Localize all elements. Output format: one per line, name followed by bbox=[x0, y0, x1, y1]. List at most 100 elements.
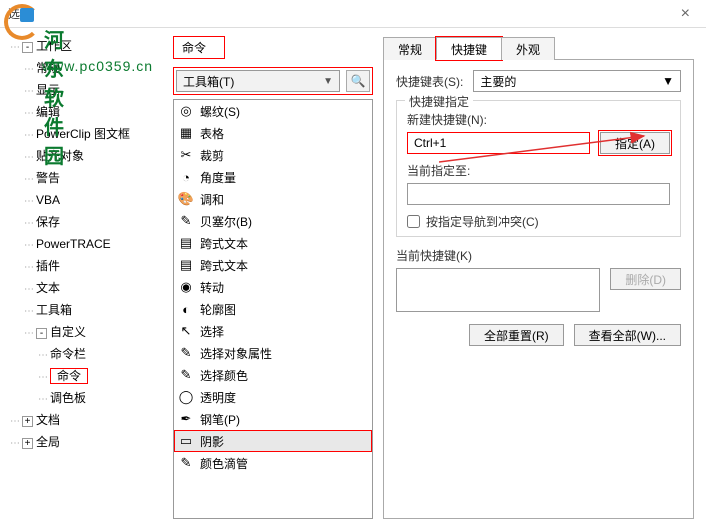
chevron-down-icon: ▼ bbox=[662, 74, 674, 88]
toolbox-select[interactable]: 工具箱(T) ▼ bbox=[176, 70, 340, 92]
shortcut-table-value: 主要的 bbox=[480, 73, 516, 90]
chevron-down-icon: ▼ bbox=[323, 76, 333, 87]
list-item[interactable]: ◉转动 bbox=[174, 276, 372, 298]
tool-icon: ▦ bbox=[178, 125, 194, 141]
list-item[interactable]: ▤ 跨式文本 bbox=[174, 254, 372, 276]
tree-item[interactable]: 命令栏 bbox=[50, 347, 86, 361]
tool-icon: ▤ bbox=[178, 235, 194, 251]
close-icon[interactable]: × bbox=[673, 5, 698, 23]
list-item-label: 选择 bbox=[200, 323, 224, 340]
tool-icon: ◯ bbox=[178, 389, 194, 405]
tool-icon: ◎ bbox=[178, 103, 194, 119]
section-heading: 命令 bbox=[173, 36, 225, 59]
list-item-label: 跨式文本 bbox=[200, 257, 248, 274]
new-shortcut-input[interactable] bbox=[407, 132, 590, 154]
current-assigned-label: 当前指定至: bbox=[407, 162, 670, 179]
list-item[interactable]: ✎ 选择对象属性 bbox=[174, 342, 372, 364]
window-title: 选项 bbox=[8, 5, 32, 22]
list-item-label: 选择对象属性 bbox=[200, 345, 272, 362]
tree-item[interactable]: 常规 bbox=[36, 61, 60, 75]
list-item-label: 裁剪 bbox=[200, 147, 224, 164]
list-item-label: 贝塞尔(B) bbox=[200, 213, 252, 230]
new-shortcut-label: 新建快捷键(N): bbox=[407, 111, 670, 128]
list-item[interactable]: ◎ 螺纹(S) bbox=[174, 100, 372, 122]
current-assigned-field bbox=[407, 183, 670, 205]
tree-item[interactable]: 警告 bbox=[36, 171, 60, 185]
toolbox-select-label: 工具箱(T) bbox=[183, 73, 234, 90]
shortcut-table-select[interactable]: 主要的 ▼ bbox=[473, 70, 681, 92]
current-shortcut-label: 当前快捷键(K) bbox=[396, 247, 681, 264]
navigate-conflict-label: 按指定导航到冲突(C) bbox=[426, 213, 539, 230]
tree-item[interactable]: 文本 bbox=[36, 281, 60, 295]
list-item-label: 角度量 bbox=[200, 169, 236, 186]
tree-item[interactable]: 工具箱 bbox=[36, 303, 72, 317]
current-shortcut-list[interactable] bbox=[396, 268, 600, 312]
tool-icon: ▤ bbox=[178, 257, 194, 273]
binoculars-icon: 🔍 bbox=[351, 74, 366, 88]
tool-icon: ↖ bbox=[178, 323, 194, 339]
list-item-label: 螺纹(S) bbox=[200, 103, 240, 120]
list-item[interactable]: ↖ 选择 bbox=[174, 320, 372, 342]
list-item[interactable]: ◔ 角度量 bbox=[174, 166, 372, 188]
expand-icon[interactable]: + bbox=[22, 416, 33, 427]
tree-doc[interactable]: 文档 bbox=[36, 413, 60, 427]
list-item-label: 阴影 bbox=[200, 433, 224, 450]
tree-item[interactable]: 贴齐对象 bbox=[36, 149, 84, 163]
list-item-label: 转动 bbox=[200, 279, 224, 296]
command-list[interactable]: ◎螺纹(S)▦表格✂裁剪◔角度量🎨调和✎贝塞尔(B)▤跨式文本▤跨式文本◉转动◐… bbox=[173, 99, 373, 519]
tab-1[interactable]: 快捷键 bbox=[436, 37, 502, 60]
tree-item[interactable]: 编辑 bbox=[36, 105, 60, 119]
tab-bar: 常规快捷键外观 bbox=[383, 36, 694, 60]
tree-item[interactable]: 命令 bbox=[50, 368, 88, 384]
expand-icon[interactable]: - bbox=[22, 42, 33, 53]
tree-item[interactable]: VBA bbox=[36, 193, 60, 207]
tree-root[interactable]: 工作区 bbox=[36, 39, 72, 53]
list-item[interactable]: ◯ 透明度 bbox=[174, 386, 372, 408]
tool-icon: ✎ bbox=[178, 345, 194, 361]
tree-item[interactable]: 调色板 bbox=[50, 391, 86, 405]
list-item[interactable]: ✎ 贝塞尔(B) bbox=[174, 210, 372, 232]
tree-custom[interactable]: 自定义 bbox=[50, 325, 86, 339]
tree-item[interactable]: PowerTRACE bbox=[36, 237, 111, 251]
list-item-label: 透明度 bbox=[200, 389, 236, 406]
tool-icon: ✎ bbox=[178, 455, 194, 471]
list-item-label: 颜色滴管 bbox=[200, 455, 248, 472]
tree-item[interactable]: 插件 bbox=[36, 259, 60, 273]
list-item[interactable]: ✎选择颜色 bbox=[174, 364, 372, 386]
tool-icon: 🎨 bbox=[178, 191, 194, 207]
list-item[interactable]: 🎨调和 bbox=[174, 188, 372, 210]
tree-item[interactable]: 显示 bbox=[36, 83, 60, 97]
list-item[interactable]: ✒ 钢笔(P) bbox=[174, 408, 372, 430]
tree-item[interactable]: 保存 bbox=[36, 215, 60, 229]
nav-tree[interactable]: -工作区 常规显示编辑PowerClip 图文框贴齐对象警告VBA保存Power… bbox=[0, 28, 165, 531]
tree-item[interactable]: PowerClip 图文框 bbox=[36, 127, 130, 141]
tree-global[interactable]: 全局 bbox=[36, 435, 60, 449]
expand-icon[interactable]: + bbox=[22, 438, 33, 449]
list-item-label: 轮廓图 bbox=[200, 301, 236, 318]
assign-button[interactable]: 指定(A) bbox=[600, 132, 670, 154]
list-item[interactable]: ▤ 跨式文本 bbox=[174, 232, 372, 254]
tool-icon: ✒ bbox=[178, 411, 194, 427]
tab-0[interactable]: 常规 bbox=[383, 37, 437, 60]
tool-icon: ◐ bbox=[178, 301, 194, 317]
tool-icon: ✎ bbox=[178, 213, 194, 229]
expand-icon[interactable]: - bbox=[36, 328, 47, 339]
list-item-label: 钢笔(P) bbox=[200, 411, 240, 428]
list-item[interactable]: ✂ 裁剪 bbox=[174, 144, 372, 166]
list-item[interactable]: ▦ 表格 bbox=[174, 122, 372, 144]
list-item[interactable]: ✎ 颜色滴管 bbox=[174, 452, 372, 474]
navigate-conflict-checkbox[interactable] bbox=[407, 215, 420, 228]
shortcut-table-label: 快捷键表(S): bbox=[396, 73, 463, 90]
list-item-label: 表格 bbox=[200, 125, 224, 142]
tab-2[interactable]: 外观 bbox=[501, 37, 555, 60]
tool-icon: ✂ bbox=[178, 147, 194, 163]
view-all-button[interactable]: 查看全部(W)... bbox=[574, 324, 681, 346]
reset-all-button[interactable]: 全部重置(R) bbox=[469, 324, 564, 346]
tool-icon: ◔ bbox=[178, 169, 194, 185]
search-button[interactable]: 🔍 bbox=[346, 70, 370, 92]
list-item[interactable]: ◐ 轮廓图 bbox=[174, 298, 372, 320]
delete-button[interactable]: 删除(D) bbox=[610, 268, 681, 290]
list-item-label: 跨式文本 bbox=[200, 235, 248, 252]
tool-icon: ▭ bbox=[178, 433, 194, 449]
list-item[interactable]: ▭ 阴影 bbox=[174, 430, 372, 452]
